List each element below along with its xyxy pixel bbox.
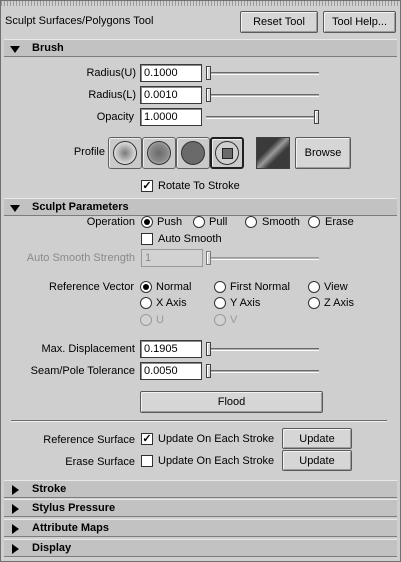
push-radio[interactable]	[141, 216, 153, 228]
radius-u-slider[interactable]	[206, 66, 319, 80]
z-axis-label: Z Axis	[324, 297, 354, 309]
u-label: U	[156, 314, 164, 326]
v-radio[interactable]	[214, 314, 226, 326]
view-label: View	[324, 281, 348, 293]
seam-pole-tolerance-field[interactable]: 0.0050	[140, 362, 202, 380]
display-section-title: Display	[32, 542, 72, 554]
attribute-maps-section-header[interactable]: Attribute Maps	[4, 519, 397, 537]
separator	[11, 420, 387, 422]
normal-radio[interactable]	[140, 281, 152, 293]
max-displacement-field[interactable]: 0.1905	[140, 340, 202, 358]
sculpt-parameters-title: Sculpt Parameters	[32, 201, 129, 213]
tool-header: Sculpt Surfaces/Polygons Tool Reset Tool…	[1, 9, 400, 35]
square-profile-icon	[215, 141, 239, 165]
slider-thumb[interactable]	[206, 342, 211, 356]
opacity-field[interactable]: 1.0000	[140, 108, 202, 126]
solid-profile-icon	[181, 141, 205, 165]
y-axis-radio[interactable]	[214, 297, 226, 309]
soft-profile-icon	[147, 141, 171, 165]
display-section-header[interactable]: Display	[4, 539, 397, 557]
radius-u-label: Radius(U)	[86, 67, 136, 79]
slider-thumb[interactable]	[206, 88, 211, 102]
collapsed-triangle-icon	[12, 524, 19, 534]
profile-label: Profile	[73, 146, 105, 158]
stroke-section-header[interactable]: Stroke	[4, 480, 397, 498]
radius-l-slider[interactable]	[206, 88, 319, 102]
erase-update-label: Update On Each Stroke	[158, 455, 275, 467]
slider-thumb[interactable]	[206, 251, 211, 265]
brush-image-icon	[256, 137, 290, 169]
reference-update-checkbox[interactable]: ✓	[141, 433, 153, 445]
reset-tool-button[interactable]: Reset Tool	[240, 11, 318, 33]
erase-surface-label: Erase Surface	[65, 456, 135, 468]
pull-radio[interactable]	[193, 216, 205, 228]
collapsed-triangle-icon	[12, 504, 19, 514]
erase-update-checkbox[interactable]	[141, 455, 153, 467]
slider-thumb[interactable]	[314, 110, 319, 124]
erase-update-button[interactable]: Update	[282, 450, 352, 471]
smooth-label: Smooth	[262, 216, 300, 228]
u-radio[interactable]	[140, 314, 152, 326]
rotate-to-stroke-checkbox[interactable]: ✓	[141, 180, 153, 192]
flood-button[interactable]: Flood	[140, 391, 323, 413]
radius-l-label: Radius(L)	[88, 89, 136, 101]
square-profile-button[interactable]	[210, 137, 244, 169]
z-axis-radio[interactable]	[308, 297, 320, 309]
drag-grip[interactable]	[1, 1, 400, 6]
view-radio[interactable]	[308, 281, 320, 293]
opacity-slider[interactable]	[206, 110, 319, 124]
smooth-radio[interactable]	[245, 216, 257, 228]
auto-smooth-strength-slider[interactable]	[206, 251, 319, 265]
erase-label: Erase	[325, 216, 354, 228]
erase-radio[interactable]	[308, 216, 320, 228]
gaussian-profile-button[interactable]	[108, 137, 142, 169]
expand-triangle-icon	[10, 46, 20, 53]
operation-label: Operation	[86, 216, 135, 228]
brush-section-header[interactable]: Brush	[4, 39, 397, 57]
stroke-section-title: Stroke	[32, 483, 67, 495]
normal-label: Normal	[156, 281, 192, 293]
tool-settings-window: Sculpt Surfaces/Polygons Tool Reset Tool…	[0, 0, 401, 562]
x-axis-label: X Axis	[156, 297, 187, 309]
radius-l-field[interactable]: 0.0010	[140, 86, 202, 104]
reference-update-button[interactable]: Update	[282, 428, 352, 449]
auto-smooth-strength-field[interactable]: 1	[141, 249, 203, 267]
collapsed-triangle-icon	[12, 544, 19, 554]
auto-smooth-strength-label: Auto Smooth Strength	[26, 252, 135, 264]
opacity-label: Opacity	[96, 111, 134, 123]
stylus-pressure-section-header[interactable]: Stylus Pressure	[4, 499, 397, 517]
collapsed-triangle-icon	[12, 485, 19, 495]
radius-u-field[interactable]: 0.1000	[140, 64, 202, 82]
max-displacement-slider[interactable]	[206, 342, 319, 356]
reference-vector-label: Reference Vector	[49, 281, 134, 293]
v-label: V	[230, 314, 238, 326]
first-normal-radio[interactable]	[214, 281, 226, 293]
reference-surface-label: Reference Surface	[43, 434, 135, 446]
x-axis-radio[interactable]	[140, 297, 152, 309]
solid-profile-button[interactable]	[176, 137, 210, 169]
sculpt-parameters-header[interactable]: Sculpt Parameters	[4, 198, 397, 216]
pull-label: Pull	[209, 216, 228, 228]
gaussian-profile-icon	[113, 141, 137, 165]
slider-thumb[interactable]	[206, 364, 211, 378]
y-axis-label: Y Axis	[230, 297, 261, 309]
stylus-pressure-section-title: Stylus Pressure	[32, 502, 116, 514]
soft-profile-button[interactable]	[142, 137, 176, 169]
slider-thumb[interactable]	[206, 66, 211, 80]
reference-update-label: Update On Each Stroke	[158, 433, 275, 445]
brush-section-title: Brush	[32, 42, 64, 54]
attribute-maps-section-title: Attribute Maps	[32, 522, 109, 534]
expand-triangle-icon	[10, 205, 20, 212]
tool-help-button[interactable]: Tool Help...	[323, 11, 396, 33]
browse-button[interactable]: Browse	[295, 137, 351, 169]
seam-pole-tolerance-slider[interactable]	[206, 364, 319, 378]
push-label: Push	[157, 216, 183, 228]
auto-smooth-label: Auto Smooth	[158, 233, 222, 245]
auto-smooth-checkbox[interactable]	[141, 233, 153, 245]
rotate-to-stroke-label: Rotate To Stroke	[158, 180, 240, 192]
max-displacement-label: Max. Displacement	[41, 343, 135, 355]
tool-title: Sculpt Surfaces/Polygons Tool	[5, 15, 154, 27]
first-normal-label: First Normal	[230, 281, 290, 293]
seam-pole-tolerance-label: Seam/Pole Tolerance	[30, 365, 135, 377]
